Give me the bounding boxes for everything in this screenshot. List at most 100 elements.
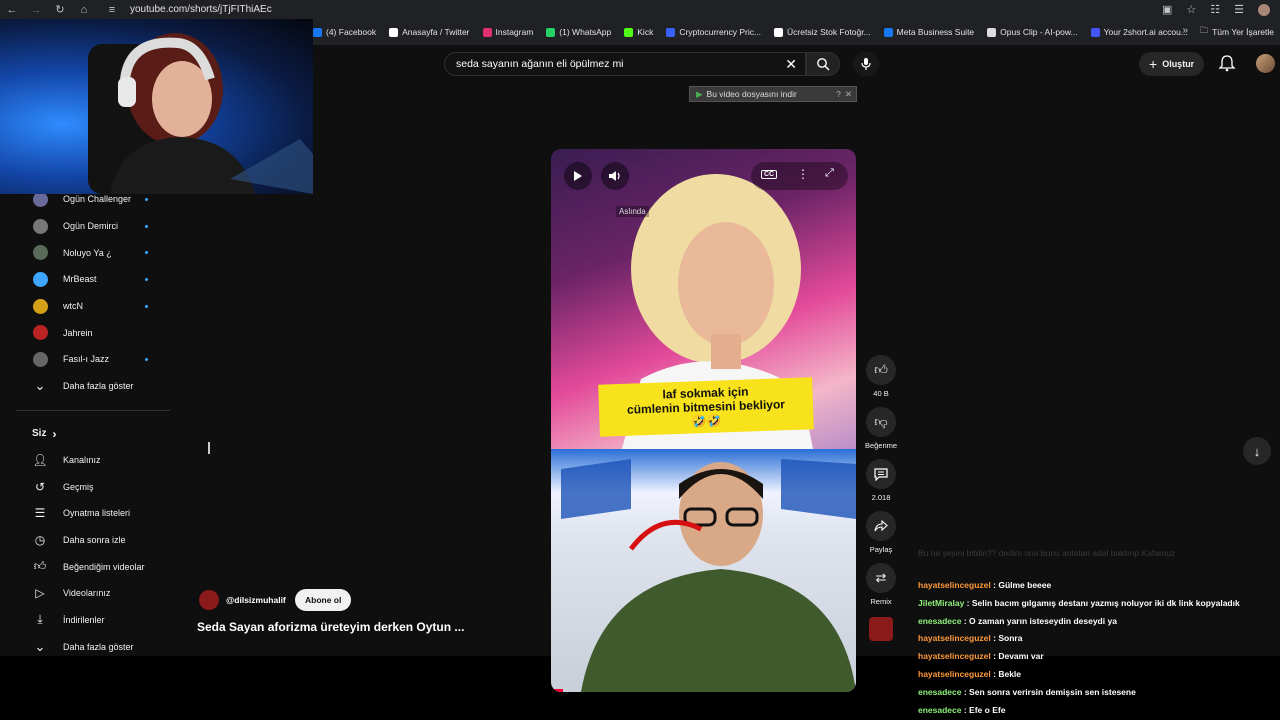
browser-profile-avatar[interactable] xyxy=(1258,3,1270,16)
chat-message: hayatselinceguzel : Gülme beeee xyxy=(918,577,1280,595)
close-banner-icon[interactable]: ✕ xyxy=(845,89,852,100)
clear-icon[interactable]: ✕ xyxy=(785,56,797,73)
chat-text: Bekle xyxy=(998,668,1022,679)
sidebar-item-label: Fasıl-ı Jazz xyxy=(63,354,110,365)
chat-message: JiletMiralay : Selin bacım gılgamış dest… xyxy=(918,595,1280,613)
sidebar-subscription-item[interactable]: Jahrein xyxy=(16,319,170,346)
sidebar-item[interactable]: 👤︎ Kanalınız xyxy=(16,447,170,474)
bookmark-item[interactable]: Ücretsiz Stok Fotoğr... xyxy=(774,27,871,37)
bookmark-item[interactable]: Your 2short.ai accou... xyxy=(1090,27,1188,37)
remix-button[interactable]: ⇄ xyxy=(866,563,896,593)
sidebar-item[interactable]: ◷ Daha sonra izle xyxy=(16,527,170,554)
bookmark-label: (1) WhatsApp xyxy=(559,27,612,37)
share-button[interactable] xyxy=(866,511,896,541)
history-icon: ↺ xyxy=(34,479,46,494)
channel-handle[interactable]: @dilsizmuhalif xyxy=(226,595,286,605)
show-more-subscriptions[interactable]: ⌄ Daha fazla göster xyxy=(16,373,170,400)
more-options-icon[interactable]: ⋮ xyxy=(797,167,809,181)
dislike-button[interactable]: 👎︎ xyxy=(866,407,896,437)
search-input[interactable]: seda sayanın ağanın eli öpülmez mi ✕ xyxy=(444,52,806,76)
bookmark-item[interactable]: (1) WhatsApp xyxy=(546,27,611,37)
bookmark-favicon-icon xyxy=(883,27,893,37)
download-video-banner[interactable]: ▶ Bu video dosyasını indir ? ✕ xyxy=(689,86,857,102)
remix-icon: ⇄ xyxy=(875,570,887,585)
sidebar-item[interactable]: ⤓ İndirilenler xyxy=(16,607,170,634)
sidebar-subscription-item[interactable]: Noluyo Ya ¿ xyxy=(16,239,170,266)
help-icon[interactable]: ? xyxy=(836,89,841,99)
share-icon xyxy=(874,520,888,532)
fullscreen-icon[interactable]: ⤢ xyxy=(825,167,834,180)
sidebar-item[interactable]: 👍︎ Beğendiğim videolar xyxy=(16,553,170,580)
chat-text: Selin bacım gılgamış destanı yazmış nolu… xyxy=(971,597,1240,608)
sidebar-item[interactable]: ↺ Geçmiş xyxy=(16,473,170,500)
chat-separator: : xyxy=(961,615,970,626)
url-field[interactable]: youtube.com/shorts/jTjFIThiAEc xyxy=(130,4,272,15)
bookmark-item[interactable]: Anasayfa / Twitter xyxy=(389,27,470,37)
volume-button[interactable] xyxy=(601,162,629,190)
new-content-dot xyxy=(145,224,148,228)
channel-thumbnail[interactable] xyxy=(869,617,893,641)
comments-button[interactable] xyxy=(866,459,896,489)
bookmark-item[interactable]: Opus Clip - AI-pow... xyxy=(987,27,1078,37)
create-button[interactable]: + Oluştur xyxy=(1139,52,1205,76)
sidebar-subscription-item[interactable]: wtcN xyxy=(16,293,170,320)
dislike-action[interactable]: 👎︎ Beğenme xyxy=(862,407,900,450)
channel-avatar[interactable] xyxy=(199,590,219,610)
back-icon[interactable]: ← xyxy=(0,0,24,19)
bookmark-item[interactable]: Cryptocurrency Pric... xyxy=(666,27,761,37)
site-info-icon[interactable]: ≡ xyxy=(100,0,124,19)
search-query: seda sayanın ağanın eli öpülmez mi xyxy=(456,58,624,70)
presenter-figure xyxy=(611,174,821,489)
next-short-button[interactable]: ↓ xyxy=(1243,437,1271,465)
chat-username: hayatselinceguzel xyxy=(918,668,991,679)
channel-avatar-icon xyxy=(32,271,48,287)
sidebar-subscription-item[interactable]: Ogün Demirci xyxy=(16,213,170,240)
share-action[interactable]: Paylaş xyxy=(862,511,900,554)
sidebar-item-label: Daha sonra izle xyxy=(63,534,126,545)
channel-avatar xyxy=(32,325,48,341)
like-action[interactable]: 👍︎ 40 B xyxy=(862,355,900,398)
bookmark-favicon-icon xyxy=(666,27,676,37)
volume-icon xyxy=(609,171,620,181)
sidebar-item[interactable]: ▷ Videolarınız xyxy=(16,580,170,607)
play-button[interactable] xyxy=(564,162,592,190)
shorts-player[interactable]: laf sokmak için cümlenin bitmesini bekli… xyxy=(551,149,856,692)
reading-list-icon[interactable]: ☰ xyxy=(1234,3,1244,16)
forward-icon[interactable]: → xyxy=(24,0,48,19)
voice-search-button[interactable] xyxy=(853,51,879,77)
bookmark-label: Instagram xyxy=(495,27,534,37)
bookmark-favicon-icon xyxy=(774,27,784,37)
chat-username: hayatselinceguzel xyxy=(918,651,991,662)
chat-username: enesadece xyxy=(918,704,962,715)
more-bookmarks-button[interactable]: » xyxy=(1182,25,1188,36)
sidebar-item-label: Noluyo Ya ¿ xyxy=(63,247,112,258)
notifications-bell-icon[interactable] xyxy=(1218,54,1236,72)
bookmark-item[interactable]: (4) Facebook xyxy=(313,27,376,37)
bookmark-label: Anasayfa / Twitter xyxy=(402,27,470,37)
sidebar-subscription-item[interactable]: MrBeast xyxy=(16,266,170,293)
all-bookmarks-button[interactable]: 🗀 Tüm Yer İşaretle xyxy=(1200,25,1274,39)
bookmark-item[interactable]: Instagram xyxy=(482,27,534,37)
bookmark-item[interactable]: Kick xyxy=(624,27,653,37)
home-icon[interactable]: ⌂ xyxy=(72,0,96,19)
subscribe-button[interactable]: Abone ol xyxy=(295,589,352,611)
like-button[interactable]: 👍︎ xyxy=(866,355,896,385)
search-button[interactable] xyxy=(806,52,840,76)
chat-separator: : xyxy=(961,686,970,697)
bookmark-star-icon[interactable]: ☆ xyxy=(1186,3,1196,16)
remix-action[interactable]: ⇄ Remix xyxy=(862,563,900,606)
reload-icon[interactable]: ↻ xyxy=(48,0,72,19)
install-icon[interactable]: ▣ xyxy=(1162,3,1172,16)
captions-icon[interactable]: CC xyxy=(761,170,778,179)
sidebar-subscription-item[interactable]: Fasıl-ı Jazz xyxy=(16,346,170,373)
progress-bar[interactable] xyxy=(551,689,563,692)
new-content-dot xyxy=(145,358,148,362)
show-more-you[interactable]: ⌄ Daha fazla göster xyxy=(16,633,170,660)
sidebar-section-you[interactable]: Siz › xyxy=(16,421,170,447)
comments-action[interactable]: 2.018 xyxy=(862,459,900,502)
bookmark-item[interactable]: Meta Business Suite xyxy=(883,27,974,37)
video-title[interactable]: Seda Sayan aforizma üreteyim derken Oytu… xyxy=(197,620,464,634)
profile-avatar[interactable] xyxy=(1256,54,1275,73)
extensions-icon[interactable]: ☷ xyxy=(1210,3,1220,16)
sidebar-item[interactable]: ☰ Oynatma listeleri xyxy=(16,500,170,527)
